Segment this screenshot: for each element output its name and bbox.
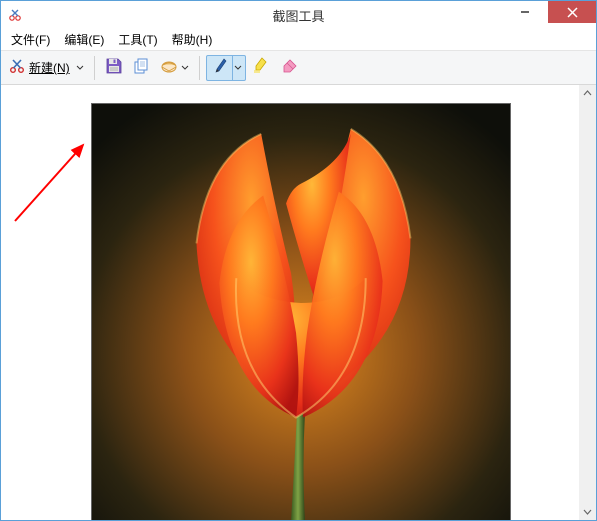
annotation-arrow: [9, 137, 99, 227]
scroll-up-button[interactable]: [579, 85, 596, 102]
titlebar[interactable]: 截图工具: [1, 1, 596, 29]
copy-icon: [133, 58, 150, 78]
new-dropdown[interactable]: [74, 64, 86, 72]
minimize-button[interactable]: [502, 1, 548, 23]
minimize-icon: [520, 7, 530, 17]
chevron-down-icon: [234, 64, 242, 72]
pen-icon: [213, 57, 229, 78]
window-title: 截图工具: [272, 6, 324, 25]
close-button[interactable]: [548, 1, 596, 23]
menu-help[interactable]: 帮助(H): [166, 29, 219, 50]
scroll-track[interactable]: [579, 102, 596, 503]
pen-dropdown[interactable]: [232, 56, 244, 80]
toolbar: 新建(N): [1, 51, 596, 85]
captured-image[interactable]: [91, 103, 511, 520]
toolbar-separator: [94, 56, 95, 80]
save-button[interactable]: [101, 55, 127, 81]
highlighter-icon: [252, 57, 269, 78]
mail-icon: [161, 58, 179, 77]
save-floppy-icon: [105, 57, 123, 78]
menu-file[interactable]: 文件(F): [5, 29, 56, 50]
scroll-down-icon: [583, 507, 592, 516]
toolbar-group-draw: [206, 55, 302, 81]
menu-edit[interactable]: 编辑(E): [58, 29, 110, 50]
eraser-button[interactable]: [276, 55, 302, 81]
mail-button[interactable]: [157, 55, 193, 81]
copy-button[interactable]: [129, 55, 155, 81]
new-button-label: 新建(N): [29, 59, 70, 76]
tulip-image: [92, 104, 510, 520]
toolbar-group-file: [101, 55, 193, 81]
menu-tools[interactable]: 工具(T): [112, 29, 163, 50]
scroll-up-icon: [583, 89, 592, 98]
scroll-down-button[interactable]: [579, 503, 596, 520]
eraser-icon: [280, 58, 298, 77]
chevron-down-icon: [181, 64, 189, 72]
highlighter-button[interactable]: [248, 55, 274, 81]
app-icon: [7, 7, 23, 23]
vertical-scrollbar[interactable]: [579, 85, 596, 520]
toolbar-separator: [199, 56, 200, 80]
app-window: 截图工具 文件(F) 编辑(E) 工具(T) 帮助(H) 新建(N): [0, 0, 597, 521]
close-icon: [567, 7, 578, 18]
window-controls: [502, 1, 596, 29]
toolbar-group-new: 新建(N): [5, 55, 88, 81]
chevron-down-icon: [76, 64, 84, 72]
menubar: 文件(F) 编辑(E) 工具(T) 帮助(H): [1, 29, 596, 51]
new-button[interactable]: 新建(N): [5, 55, 88, 81]
pen-button[interactable]: [206, 55, 246, 81]
canvas-area: [1, 85, 596, 520]
scissors-icon: [9, 58, 25, 77]
mail-dropdown[interactable]: [179, 64, 191, 72]
